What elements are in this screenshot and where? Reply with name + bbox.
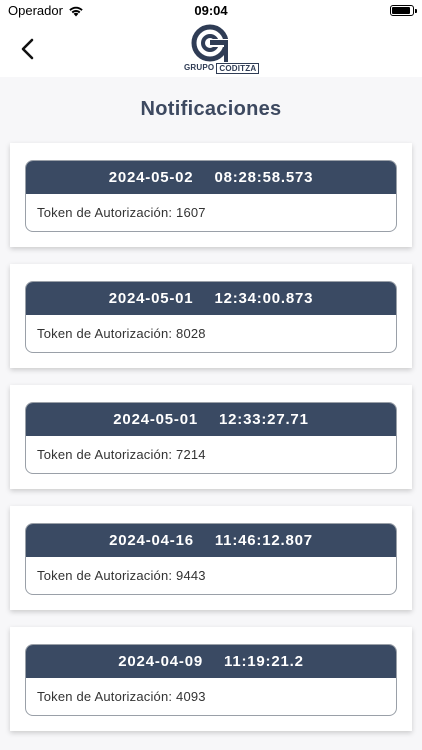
- notification-time: 12:34:00.873: [214, 290, 314, 307]
- logo-text-coditza: CODITZA: [216, 63, 260, 74]
- status-time: 09:04: [194, 3, 228, 18]
- notification-date: 2024-05-02: [108, 169, 194, 186]
- notification-card-container: 2024-05-02 08:28:58.573 Token de Autoriz…: [10, 143, 412, 247]
- notification-body: Token de Autorización: 8028: [37, 326, 206, 341]
- notification-body: Token de Autorización: 4093: [37, 689, 206, 704]
- battery-icon: [390, 5, 417, 16]
- notification-header: 2024-05-02 08:28:58.573: [26, 161, 396, 194]
- navigation-bar: GRUPO CODITZA: [0, 22, 422, 77]
- notification-header: 2024-05-01 12:33:27.71: [26, 403, 396, 436]
- notification-body: Token de Autorización: 9443: [37, 568, 206, 583]
- notification-card-container: 2024-04-16 11:46:12.807 Token de Autoriz…: [10, 506, 412, 610]
- notification-body: Token de Autorización: 7214: [37, 447, 206, 462]
- notification-card[interactable]: 2024-04-16 11:46:12.807 Token de Autoriz…: [25, 523, 397, 595]
- notification-card-container: 2024-04-09 11:19:21.2 Token de Autorizac…: [10, 627, 412, 731]
- notification-time: 08:28:58.573: [214, 169, 314, 186]
- notification-time: 12:33:27.71: [219, 411, 309, 428]
- notification-date: 2024-05-01: [113, 411, 199, 428]
- notification-time: 11:19:21.2: [224, 653, 304, 670]
- notification-card[interactable]: 2024-05-02 08:28:58.573 Token de Autoriz…: [25, 160, 397, 232]
- notification-date: 2024-04-16: [109, 532, 194, 549]
- logo-wordmark: GRUPO CODITZA: [182, 63, 260, 74]
- notification-card[interactable]: 2024-05-01 12:33:27.71 Token de Autoriza…: [25, 402, 397, 474]
- notification-card-container: 2024-05-01 12:33:27.71 Token de Autoriza…: [10, 385, 412, 489]
- notification-card-container: 2024-05-01 12:34:00.873 Token de Autoriz…: [10, 264, 412, 368]
- notification-header: 2024-05-01 12:34:00.873: [26, 282, 396, 315]
- back-chevron-icon[interactable]: [16, 36, 42, 62]
- notification-header: 2024-04-16 11:46:12.807: [26, 524, 396, 557]
- notification-body: Token de Autorización: 1607: [37, 205, 206, 220]
- notification-list: 2024-05-02 08:28:58.573 Token de Autoriz…: [10, 143, 412, 748]
- page-title: Notificaciones: [140, 98, 282, 120]
- company-logo: GRUPO CODITZA: [182, 24, 260, 76]
- notification-time: 11:46:12.807: [214, 532, 313, 549]
- logo-mark-icon: [191, 24, 230, 62]
- notification-date: 2024-05-01: [108, 290, 194, 307]
- notification-card[interactable]: 2024-04-09 11:19:21.2 Token de Autorizac…: [25, 644, 397, 716]
- logo-text-grupo: GRUPO: [184, 63, 215, 72]
- notification-date: 2024-04-09: [118, 653, 203, 670]
- notification-header: 2024-04-09 11:19:21.2: [26, 645, 396, 678]
- status-bar: Operador 09:04: [0, 0, 422, 22]
- notification-card[interactable]: 2024-05-01 12:34:00.873 Token de Autoriz…: [25, 281, 397, 353]
